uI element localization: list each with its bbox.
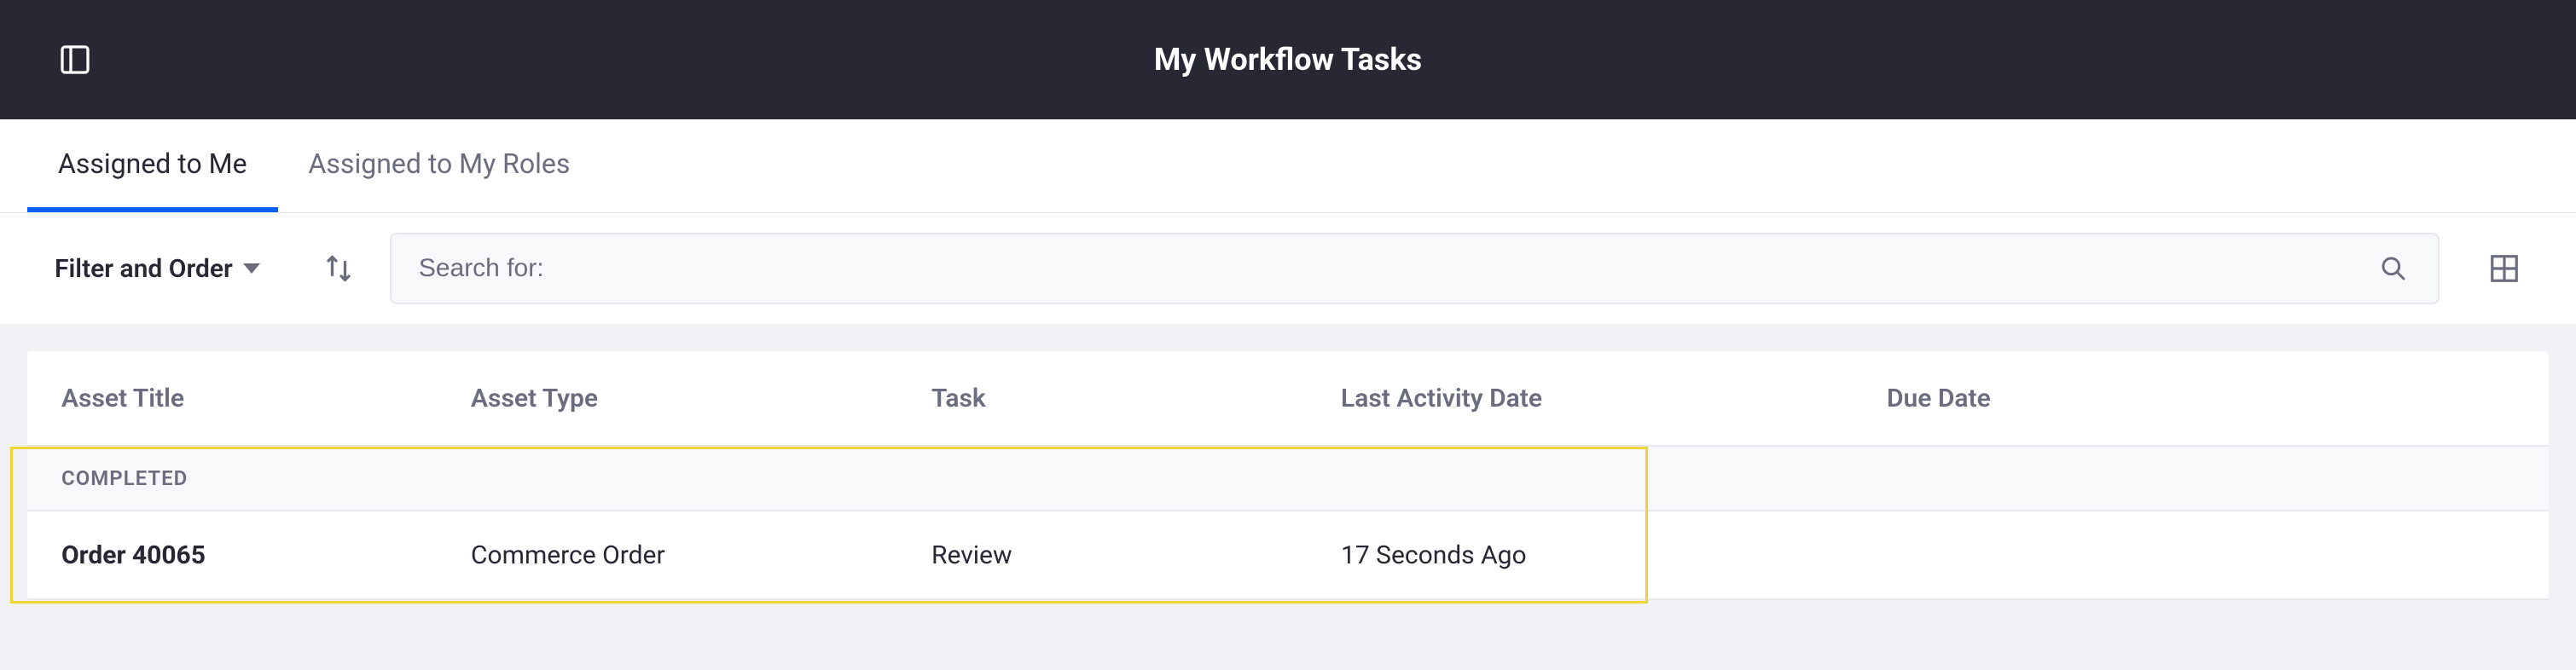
caret-down-icon [243, 263, 260, 274]
cell-asset-type: Commerce Order [471, 540, 931, 570]
table-header-row: Asset Title Asset Type Task Last Activit… [27, 351, 2549, 447]
sidebar-toggle-button[interactable] [55, 39, 96, 80]
tabs-bar: Assigned to Me Assigned to My Roles [0, 119, 2576, 213]
tab-label: Assigned to My Roles [309, 147, 571, 180]
cell-task: Review [931, 540, 1341, 570]
cell-asset-title: Order 40065 [27, 540, 471, 570]
group-header-completed: COMPLETED [27, 447, 2549, 511]
search-input[interactable] [419, 254, 2376, 283]
cell-last-activity: 17 Seconds Ago [1341, 540, 1887, 570]
panel-left-icon [58, 43, 92, 77]
toolbar: Filter and Order [0, 213, 2576, 324]
column-header-last-activity[interactable]: Last Activity Date [1341, 384, 1887, 413]
column-header-due-date[interactable]: Due Date [1887, 384, 2549, 413]
filter-and-order-button[interactable]: Filter and Order [27, 254, 287, 284]
group-label: COMPLETED [61, 466, 188, 490]
content-area: Asset Title Asset Type Task Last Activit… [0, 324, 2576, 627]
column-header-asset-type[interactable]: Asset Type [471, 384, 931, 413]
view-mode-button[interactable] [2480, 245, 2528, 292]
search-button[interactable] [2376, 251, 2411, 286]
page-title: My Workflow Tasks [1154, 42, 1422, 78]
grid-icon [2488, 252, 2521, 285]
tab-assigned-to-me[interactable]: Assigned to Me [27, 119, 278, 212]
page-header: My Workflow Tasks [0, 0, 2576, 119]
column-header-task[interactable]: Task [931, 384, 1341, 413]
tab-label: Assigned to Me [58, 147, 247, 180]
tab-assigned-to-my-roles[interactable]: Assigned to My Roles [278, 119, 601, 212]
filter-order-label: Filter and Order [55, 254, 233, 284]
sort-arrows-icon [323, 253, 354, 284]
search-field-wrapper [390, 233, 2440, 304]
table-row[interactable]: Order 40065 Commerce Order Review 17 Sec… [27, 511, 2549, 600]
sort-toggle-button[interactable] [315, 245, 363, 292]
search-icon [2380, 255, 2407, 282]
column-header-asset-title[interactable]: Asset Title [27, 384, 471, 413]
tasks-table: Asset Title Asset Type Task Last Activit… [27, 351, 2549, 600]
